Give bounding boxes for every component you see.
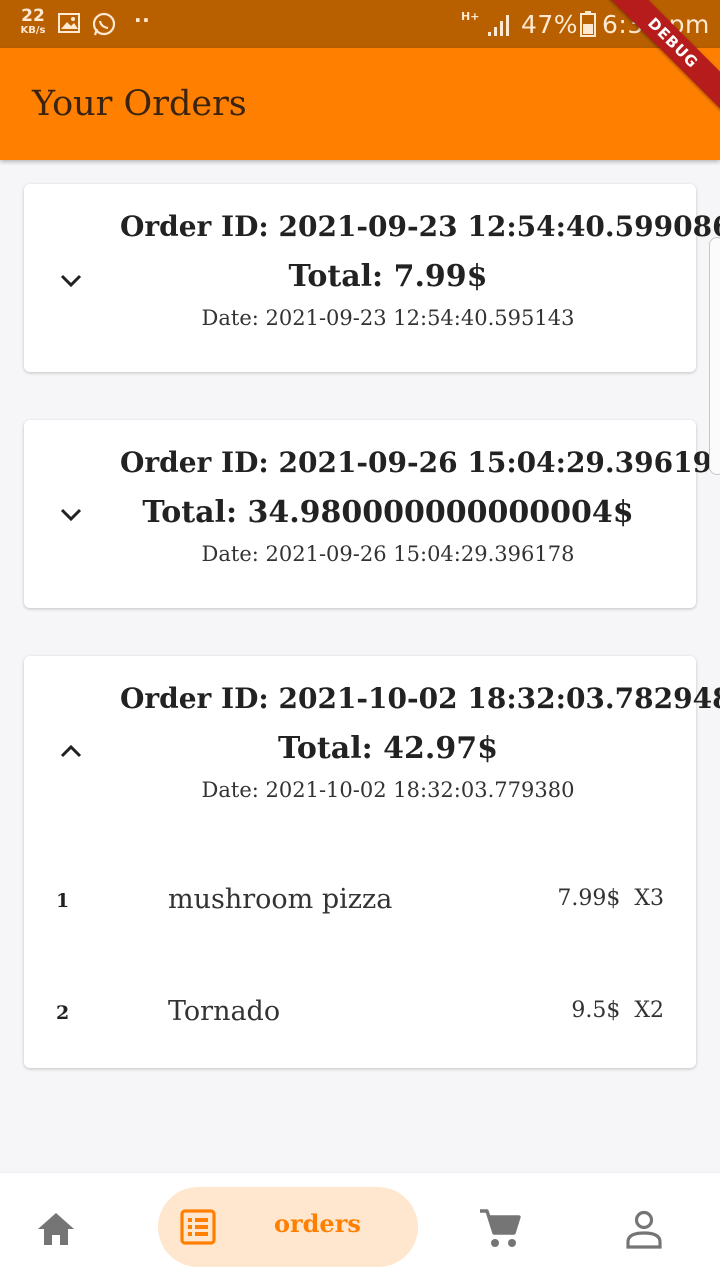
order-total: Total: 42.97$: [278, 731, 498, 766]
order-id: Order ID: 2021-09-23 12:54:40.599086: [120, 210, 720, 243]
order-item-name: Tornado: [168, 996, 281, 1027]
order-item-qty: X2: [634, 998, 664, 1023]
page-title: Your Orders: [32, 84, 247, 124]
whatsapp-icon: [91, 12, 117, 42]
signal-icon: [487, 13, 515, 41]
order-item-price: 7.99$: [557, 886, 621, 911]
network-type: H+: [461, 10, 480, 23]
order-card-expanded[interactable]: Order ID: 2021-10-02 18:32:03.782948 Tot…: [24, 656, 720, 1068]
order-item-row: 1 mushroom pizza 7.99$ X3: [24, 882, 696, 922]
network-speed-value: 22: [21, 6, 45, 26]
nav-home[interactable]: [20, 1173, 92, 1281]
order-date: Date: 2021-10-02 18:32:03.779380: [201, 778, 575, 802]
notification-dots: ··: [134, 8, 151, 32]
order-card[interactable]: Order ID: 2021-09-23 12:54:40.599086 Tot…: [24, 184, 720, 372]
order-item-price-qty: 9.5$ X2: [571, 998, 664, 1023]
order-item-row: 2 Tornado 9.5$ X2: [24, 994, 696, 1034]
chevron-down-icon[interactable]: [58, 502, 84, 528]
debug-banner: DEBUG: [603, 0, 720, 113]
home-icon[interactable]: [36, 1211, 76, 1251]
chevron-down-icon[interactable]: [58, 268, 84, 294]
order-date: Date: 2021-09-26 15:04:29.396178: [201, 542, 575, 566]
order-item-price-qty: 7.99$ X3: [557, 886, 664, 911]
order-total: Total: 7.99$: [288, 259, 488, 294]
nav-profile[interactable]: [604, 1173, 684, 1281]
battery-icon: [580, 11, 596, 41]
order-item-price: 9.5$: [571, 998, 621, 1023]
network-speed: 22 KB/s: [16, 8, 50, 36]
order-card[interactable]: Order ID: 2021-09-26 15:04:29.396190 Tot…: [24, 420, 720, 608]
battery-percent: 47%: [521, 10, 579, 39]
order-item-name: mushroom pizza: [168, 884, 393, 915]
order-date: Date: 2021-09-23 12:54:40.595143: [201, 306, 575, 330]
scrollbar-thumb[interactable]: [709, 237, 720, 475]
order-item-index: 1: [56, 890, 70, 912]
order-id: Order ID: 2021-10-02 18:32:03.782948: [120, 682, 720, 715]
bottom-nav: orders: [0, 1172, 720, 1281]
cart-icon[interactable]: [478, 1207, 522, 1253]
nav-orders[interactable]: orders: [158, 1187, 418, 1267]
gallery-icon: [58, 12, 80, 38]
order-total: Total: 34.980000000000004$: [142, 495, 634, 530]
list-alt-icon[interactable]: [180, 1209, 216, 1249]
order-item-index: 2: [56, 1002, 70, 1024]
network-speed-unit: KB/s: [20, 25, 46, 36]
order-item-qty: X3: [634, 886, 664, 911]
nav-cart[interactable]: [460, 1173, 540, 1281]
order-id: Order ID: 2021-09-26 15:04:29.396190: [120, 446, 720, 479]
person-icon[interactable]: [624, 1209, 664, 1253]
nav-orders-label[interactable]: orders: [274, 1209, 361, 1238]
debug-banner-wrapper: DEBUG: [600, 0, 720, 120]
chevron-up-icon[interactable]: [58, 738, 84, 764]
